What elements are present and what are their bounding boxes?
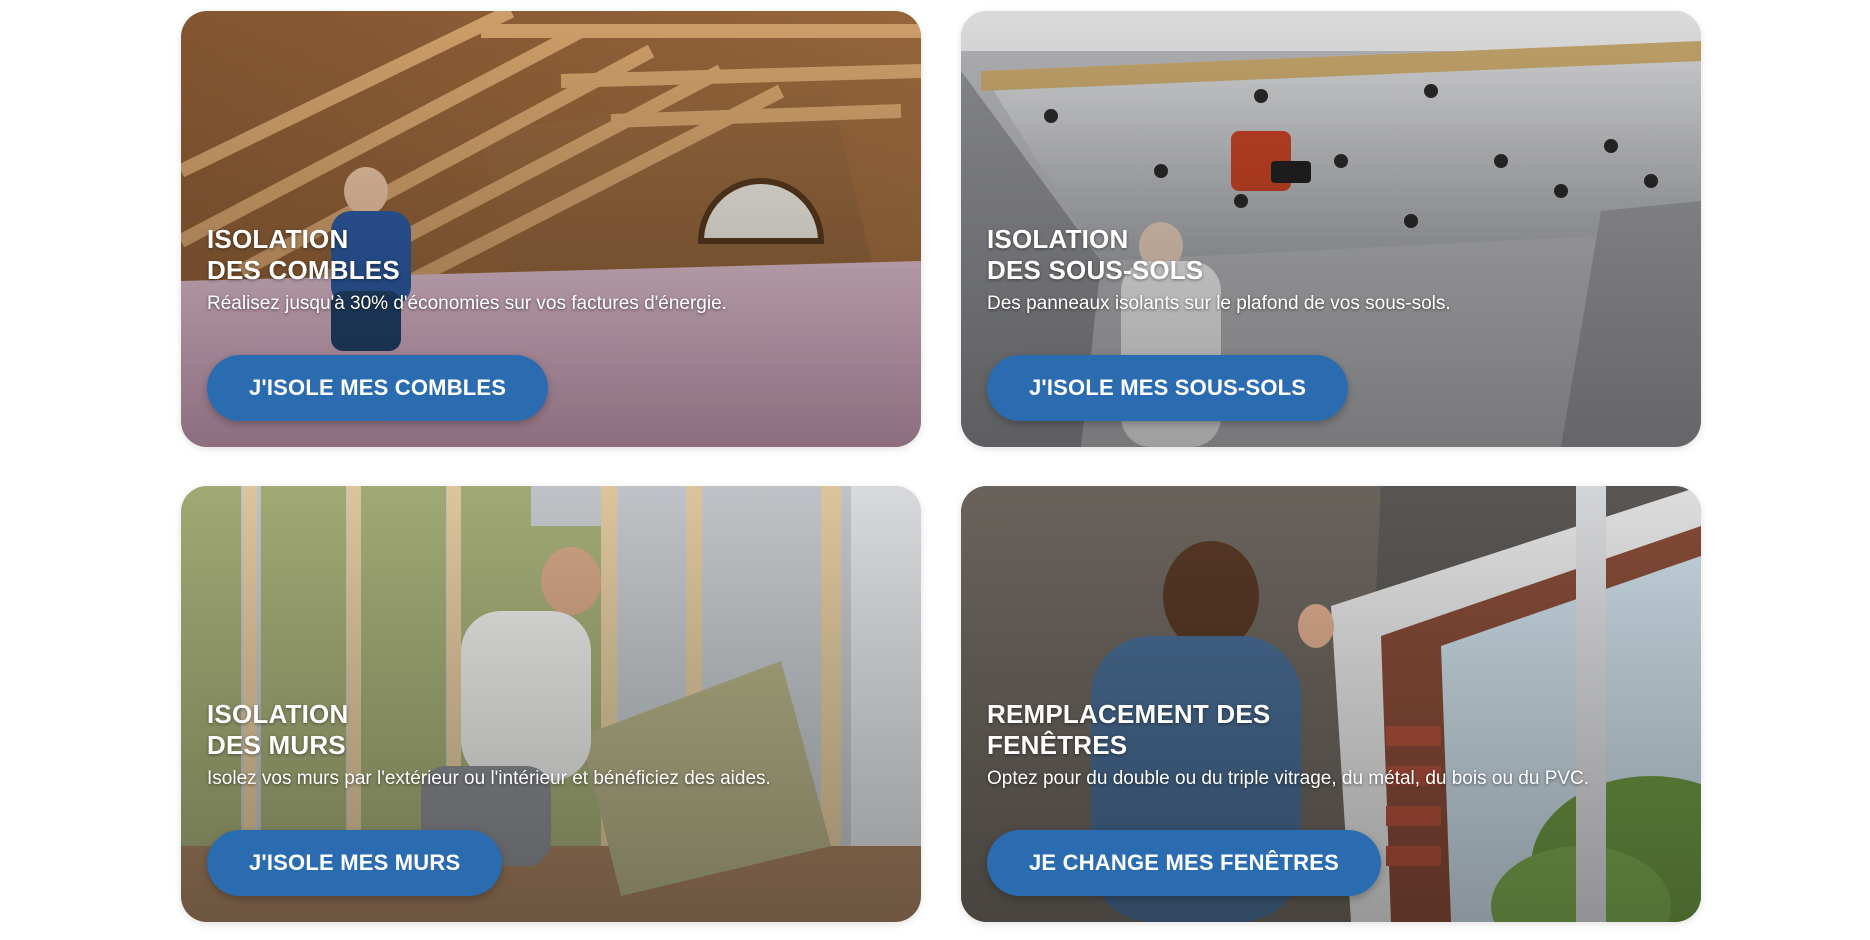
card-text: ISOLATION DES SOUS-SOLS Des panneaux iso… [987,224,1681,316]
card-title-line2: DES SOUS-SOLS [987,255,1204,285]
card-description: Des panneaux isolants sur le plafond de … [987,293,1451,314]
card-title-line1: ISOLATION [207,224,349,254]
card-wall-insulation: ISOLATION DES MURS Isolez vos murs par l… [181,486,921,922]
card-title-line2: DES COMBLES [207,255,400,285]
card-title: ISOLATION DES MURS [207,699,901,761]
card-description: Optez pour du double ou du triple vitrag… [987,768,1590,789]
card-basement-insulation: ISOLATION DES SOUS-SOLS Des panneaux iso… [961,11,1701,447]
card-description: Réalisez jusqu'à 30% d'économies sur vos… [207,293,727,314]
card-title-line1: REMPLACEMENT DES [987,699,1271,729]
basement-insulation-button[interactable]: J'ISOLE MES SOUS-SOLS [987,355,1349,421]
card-text: ISOLATION DES COMBLES Réalisez jusqu'à 3… [207,224,901,316]
card-title-line1: ISOLATION [987,224,1129,254]
card-title: REMPLACEMENT DES FENÊTRES [987,699,1681,761]
card-title-line2: FENÊTRES [987,730,1128,760]
card-description: Isolez vos murs par l'extérieur ou l'int… [207,768,771,789]
card-title: ISOLATION DES COMBLES [207,224,901,286]
services-grid: ISOLATION DES COMBLES Réalisez jusqu'à 3… [0,0,1870,940]
card-text: REMPLACEMENT DES FENÊTRES Optez pour du … [987,699,1681,791]
card-text: ISOLATION DES MURS Isolez vos murs par l… [207,699,901,791]
card-title-line1: ISOLATION [207,699,349,729]
card-window-replacement: REMPLACEMENT DES FENÊTRES Optez pour du … [961,486,1701,922]
card-title-line2: DES MURS [207,730,346,760]
card-attic-insulation: ISOLATION DES COMBLES Réalisez jusqu'à 3… [181,11,921,447]
attic-insulation-button[interactable]: J'ISOLE MES COMBLES [207,355,549,421]
window-replacement-button[interactable]: JE CHANGE MES FENÊTRES [987,830,1382,896]
card-title: ISOLATION DES SOUS-SOLS [987,224,1681,286]
wall-insulation-button[interactable]: J'ISOLE MES MURS [207,830,503,896]
